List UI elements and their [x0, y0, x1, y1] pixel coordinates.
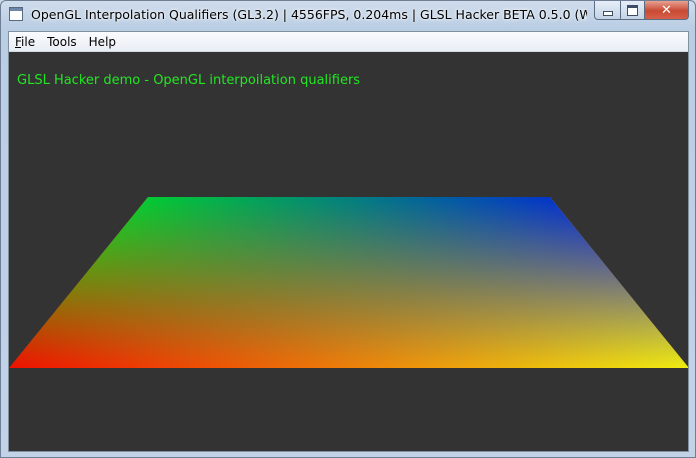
- caption-buttons: ✕: [594, 1, 689, 20]
- menu-file-label-rest: ile: [21, 34, 36, 49]
- application-window-icon[interactable]: [9, 7, 23, 21]
- render-canvas: [9, 197, 688, 368]
- menu-help[interactable]: Help: [83, 33, 122, 51]
- title-bar[interactable]: OpenGL Interpolation Qualifiers (GL3.2) …: [1, 1, 695, 31]
- app-window: OpenGL Interpolation Qualifiers (GL3.2) …: [0, 0, 696, 458]
- client-area: File Tools Help GLSL Hacker demo - OpenG…: [8, 31, 689, 452]
- close-icon: ✕: [661, 2, 672, 18]
- menu-tools[interactable]: Tools: [41, 33, 83, 51]
- demo-overlay-text: GLSL Hacker demo - OpenGL interpoilation…: [17, 73, 361, 88]
- minimize-button[interactable]: [594, 1, 620, 20]
- minimize-icon: [602, 11, 613, 16]
- interpolated-quad: [9, 197, 688, 368]
- menu-file[interactable]: File: [9, 33, 41, 51]
- window-title: OpenGL Interpolation Qualifiers (GL3.2) …: [31, 7, 587, 22]
- close-button[interactable]: ✕: [645, 1, 689, 20]
- menu-bar: File Tools Help: [9, 32, 688, 52]
- opengl-viewport[interactable]: GLSL Hacker demo - OpenGL interpoilation…: [9, 52, 688, 451]
- maximize-button[interactable]: [620, 1, 645, 20]
- maximize-icon: [627, 4, 638, 16]
